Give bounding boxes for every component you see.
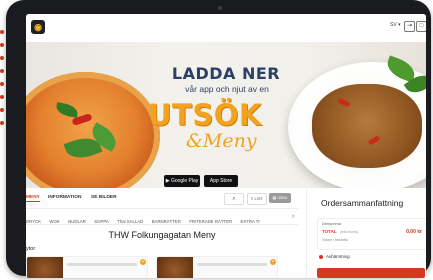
tablet-frame: ◉ SV ▾ ⇥ □ LADDA NER vår app och njut av… xyxy=(6,0,431,278)
chevron-right-icon[interactable]: › xyxy=(292,210,294,224)
top-bar: ◉ SV ▾ ⇥ □ xyxy=(26,14,426,43)
banner-script-word: &Meny xyxy=(186,130,257,152)
menu-item-card[interactable]: + xyxy=(26,256,148,278)
banner-headline: LADDA NER xyxy=(171,64,281,83)
indicator-dot xyxy=(0,82,4,86)
pickup-label: Avhämtning xyxy=(326,254,350,259)
indicator-dot xyxy=(0,56,4,60)
restaurant-tab-bar: MENY INFORMATION SE BILDER ⌕ ≡ LIST ▦ GR… xyxy=(26,188,298,209)
search-icon[interactable]: ⌕ xyxy=(224,193,244,205)
login-icon[interactable]: ⇥ xyxy=(404,21,415,32)
banner-big-word: UTSÖK xyxy=(148,98,262,132)
category-extra[interactable]: EXTRA TI xyxy=(241,215,260,224)
camera-icon xyxy=(218,6,222,10)
subtotal-label: Delsumma xyxy=(322,221,342,226)
indicator-dot xyxy=(0,30,4,34)
app-store-badge[interactable]: App Store xyxy=(204,175,238,187)
add-icon[interactable]: + xyxy=(270,259,276,265)
noodle-dish xyxy=(312,84,422,168)
category-drinks[interactable]: DRYCK xyxy=(26,215,41,224)
radio-selected-icon[interactable] xyxy=(319,254,323,259)
add-icon[interactable]: + xyxy=(140,259,146,265)
section-heading: ytor xyxy=(26,246,36,252)
total-label: TOTAL xyxy=(322,229,337,234)
order-summary-panel: Ordersammanfattning Delsumma TOTAL (inkl… xyxy=(306,188,426,278)
menu-title: THW Folkungagatan Meny xyxy=(108,230,216,240)
category-noodles[interactable]: NUDLAR xyxy=(68,215,86,224)
pickup-option[interactable]: Avhämtning xyxy=(319,254,350,259)
app-logo[interactable]: ◉ xyxy=(31,20,45,34)
dish-thumbnail xyxy=(27,257,63,278)
app-screen: ◉ SV ▾ ⇥ □ LADDA NER vår app och njut av… xyxy=(26,14,426,278)
total-vat-note: (inkl.moms) xyxy=(340,230,359,234)
tab-pictures[interactable]: SE BILDER xyxy=(91,195,117,200)
cart-icon[interactable]: □ xyxy=(416,21,426,32)
checkout-button[interactable] xyxy=(317,268,425,278)
category-kids[interactable]: BARNRÄTTER xyxy=(152,215,181,224)
dish-thumbnail xyxy=(157,257,193,278)
banner-subline: vår app och njut av en xyxy=(185,84,269,94)
order-note: Vidare / bekräfta xyxy=(322,238,348,242)
google-play-badge[interactable]: ▶ Google Play xyxy=(164,175,200,187)
language-selector[interactable]: SV ▾ xyxy=(390,22,401,28)
category-soup[interactable]: SOPPA xyxy=(94,215,109,224)
dish-name-placeholder xyxy=(197,263,267,266)
tab-information[interactable]: INFORMATION xyxy=(48,195,81,200)
category-wok[interactable]: WOK xyxy=(49,215,59,224)
order-totals-box: Delsumma TOTAL (inkl.moms) 0,00 kr Vidar… xyxy=(317,218,426,250)
list-view-button[interactable]: ≡ LIST xyxy=(247,193,267,205)
category-thai-salad[interactable]: Thai SALLAD xyxy=(117,215,143,224)
order-summary-title: Ordersammanfattning xyxy=(321,198,404,208)
tab-menu[interactable]: MENY xyxy=(26,195,40,202)
menu-item-card[interactable]: + xyxy=(156,256,278,278)
indicator-dot xyxy=(0,69,4,73)
indicator-dot xyxy=(0,108,4,112)
dish-name-placeholder xyxy=(67,263,137,266)
grid-view-button[interactable]: ▦ GRID xyxy=(269,193,291,203)
indicator-dot xyxy=(0,43,4,47)
indicator-dot xyxy=(0,121,4,125)
indicator-dot xyxy=(0,95,4,99)
category-bar: DRYCK WOK NUDLAR SOPPA Thai SALLAD BARNR… xyxy=(26,210,298,225)
promo-banner[interactable]: LADDA NER vår app och njut av en UTSÖK &… xyxy=(26,42,426,188)
category-fried[interactable]: FRITERADE RÄTTER xyxy=(189,215,232,224)
total-value: 0,00 kr xyxy=(406,229,422,235)
